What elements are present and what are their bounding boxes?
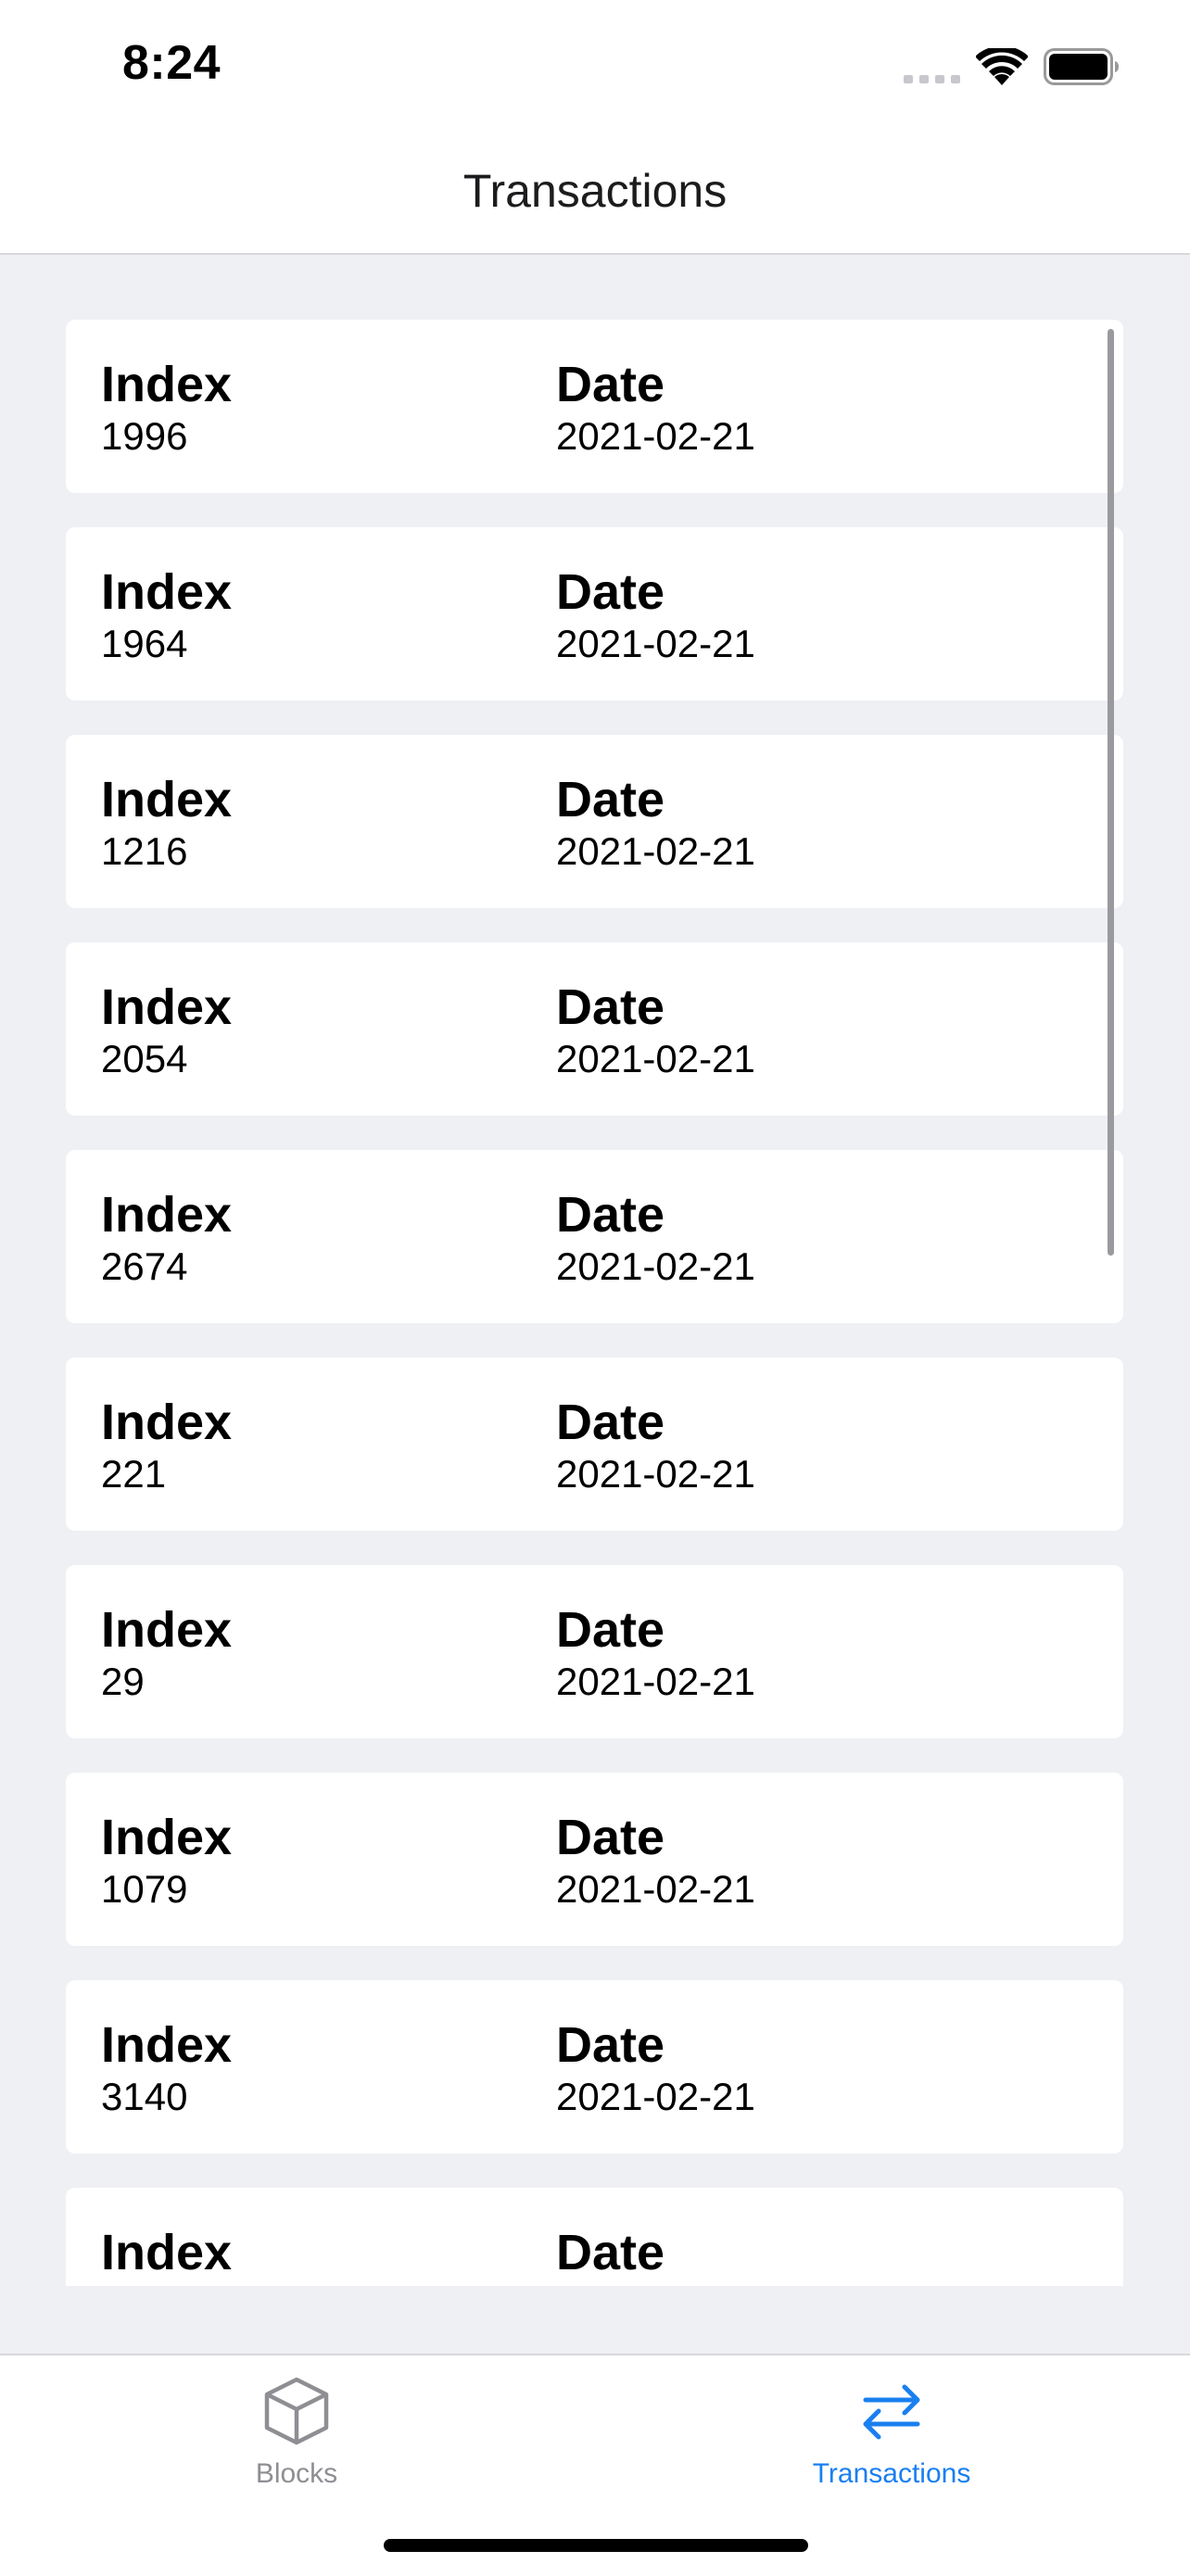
date-label: Date xyxy=(556,2017,665,2073)
date-value: 2021-02-21 xyxy=(556,1660,755,1703)
date-column: Date 2021-02-21 xyxy=(556,564,755,668)
index-column: Index 29 xyxy=(101,1602,232,1706)
date-label: Date xyxy=(556,1187,665,1243)
index-column: Index 1996 xyxy=(101,357,232,461)
index-column: Index xyxy=(101,2225,232,2280)
date-column: Date 2021-02-21 xyxy=(556,1395,755,1498)
date-label: Date xyxy=(556,979,665,1035)
battery-icon xyxy=(1044,48,1120,90)
tab-transactions[interactable]: Transactions xyxy=(743,2374,1040,2490)
date-label: Date xyxy=(556,1810,665,1865)
index-column: Index 3140 xyxy=(101,2017,232,2121)
date-column: Date 2021-02-21 xyxy=(556,1810,755,1913)
index-label: Index xyxy=(101,1187,233,1243)
index-value: 1964 xyxy=(101,622,188,665)
transaction-card[interactable]: Index 3140 Date 2021-02-21 xyxy=(66,1980,1123,2153)
index-label: Index xyxy=(101,979,233,1035)
status-bar: 8:24 xyxy=(0,0,1190,130)
index-value: 2674 xyxy=(101,1244,188,1288)
index-label: Index xyxy=(101,357,233,412)
index-column: Index 2054 xyxy=(101,979,232,1083)
date-label: Date xyxy=(556,1602,665,1658)
index-value: 29 xyxy=(101,1660,145,1703)
index-column: Index 2674 xyxy=(101,1187,232,1291)
date-value: 2021-02-21 xyxy=(556,1452,755,1496)
index-value: 1216 xyxy=(101,829,188,873)
index-column: Index 1216 xyxy=(101,772,232,876)
date-column: Date 2021-02-21 xyxy=(556,357,755,461)
index-label: Index xyxy=(101,772,233,827)
transaction-card[interactable]: Index 1964 Date 2021-02-21 xyxy=(66,527,1123,701)
index-value: 2054 xyxy=(101,1037,188,1080)
date-value: 2021-02-21 xyxy=(556,829,755,873)
page-title: Transactions xyxy=(462,165,728,217)
transaction-card[interactable]: Index 2674 Date 2021-02-21 xyxy=(66,1150,1123,1323)
date-value: 2021-02-21 xyxy=(556,1037,755,1080)
index-value: 1996 xyxy=(101,414,188,458)
cube-icon xyxy=(260,2377,334,2452)
cellular-signal-icon xyxy=(904,72,961,89)
wifi-icon xyxy=(975,45,1029,92)
date-label: Date xyxy=(556,772,665,827)
date-value: 2021-02-21 xyxy=(556,1867,755,1911)
transaction-card[interactable]: Index 1079 Date 2021-02-21 xyxy=(66,1773,1123,1946)
tab-label: Blocks xyxy=(255,2458,338,2489)
index-label: Index xyxy=(101,1810,233,1865)
transaction-card[interactable]: Index Date xyxy=(66,2188,1123,2286)
date-value: 2021-02-21 xyxy=(556,2075,755,2118)
index-value: 3140 xyxy=(101,2075,188,2118)
index-label: Index xyxy=(101,2017,233,2073)
date-value: 2021-02-21 xyxy=(556,414,755,458)
navigation-bar: Transactions xyxy=(0,130,1190,255)
date-column: Date 2021-02-21 xyxy=(556,772,755,876)
date-column: Date 2021-02-21 xyxy=(556,1602,755,1706)
date-value: 2021-02-21 xyxy=(556,622,755,665)
index-label: Index xyxy=(101,1602,233,1658)
arrows-left-right-icon xyxy=(855,2384,929,2452)
home-indicator[interactable] xyxy=(384,2539,808,2552)
transaction-card[interactable]: Index 2054 Date 2021-02-21 xyxy=(66,942,1123,1116)
date-column: Date xyxy=(556,2225,665,2280)
scroll-indicator[interactable] xyxy=(1108,329,1114,1256)
index-column: Index 221 xyxy=(101,1395,232,1498)
transaction-card[interactable]: Index 1996 Date 2021-02-21 xyxy=(66,320,1123,493)
index-column: Index 1964 xyxy=(101,564,232,668)
date-column: Date 2021-02-21 xyxy=(556,979,755,1083)
index-label: Index xyxy=(101,564,233,620)
transaction-card[interactable]: Index 29 Date 2021-02-21 xyxy=(66,1565,1123,1738)
tab-blocks[interactable]: Blocks xyxy=(148,2374,445,2490)
status-time: 8:24 xyxy=(122,36,222,90)
index-value: 221 xyxy=(101,1452,167,1496)
date-value: 2021-02-21 xyxy=(556,1244,755,1288)
tab-label: Transactions xyxy=(812,2458,971,2489)
transactions-list[interactable]: Index 1996 Date 2021-02-21 Index 1964 Da… xyxy=(0,255,1190,2286)
date-label: Date xyxy=(556,1395,665,1450)
date-column: Date 2021-02-21 xyxy=(556,2017,755,2121)
transaction-card[interactable]: Index 221 Date 2021-02-21 xyxy=(66,1357,1123,1531)
date-label: Date xyxy=(556,2225,665,2280)
index-value: 1079 xyxy=(101,1867,188,1911)
index-label: Index xyxy=(101,1395,233,1450)
transaction-card[interactable]: Index 1216 Date 2021-02-21 xyxy=(66,735,1123,908)
date-column: Date 2021-02-21 xyxy=(556,1187,755,1291)
index-label: Index xyxy=(101,2225,233,2280)
date-label: Date xyxy=(556,564,665,620)
date-label: Date xyxy=(556,357,665,412)
index-column: Index 1079 xyxy=(101,1810,232,1913)
